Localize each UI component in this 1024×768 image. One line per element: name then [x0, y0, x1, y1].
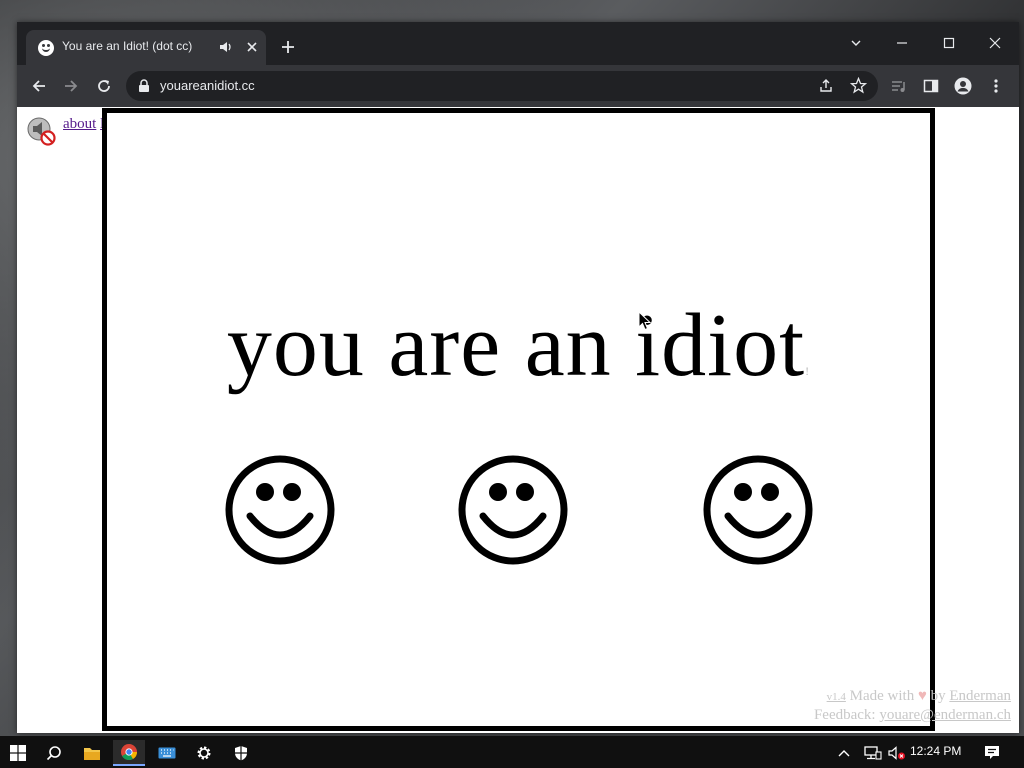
close-tab-icon[interactable]	[244, 39, 260, 55]
chevron-down-icon	[851, 40, 861, 46]
security-button[interactable]	[225, 740, 257, 766]
keyboard-app-button[interactable]	[151, 740, 183, 766]
maximize-icon	[943, 37, 955, 49]
file-explorer-button[interactable]	[76, 740, 108, 766]
heart-icon: ♥	[917, 688, 927, 704]
menu-button[interactable]	[987, 77, 1005, 95]
profile-button[interactable]	[954, 77, 972, 95]
windows-logo-icon	[10, 745, 26, 761]
url-text: youareanidiot.cc	[160, 78, 255, 93]
close-window-button[interactable]	[972, 28, 1018, 58]
footer-credit: v1.4 Made with ♥ by Enderman Feedback: y…	[814, 687, 1011, 724]
notifications-button[interactable]	[976, 740, 1008, 766]
network-icon	[864, 746, 882, 760]
version-link[interactable]: v1.4	[827, 691, 846, 703]
settings-button[interactable]	[188, 740, 220, 766]
side-panel-icon	[923, 79, 939, 93]
by-text: by	[930, 688, 946, 704]
media-control-button[interactable]	[890, 77, 908, 95]
headline-text: you are an idiot	[226, 296, 806, 395]
volume-muted-icon	[888, 746, 905, 760]
back-button[interactable]	[30, 77, 48, 95]
star-icon[interactable]	[850, 77, 867, 94]
reload-icon	[98, 80, 110, 92]
arrow-left-icon	[32, 80, 45, 92]
lock-icon[interactable]	[138, 79, 150, 93]
page-content: about legacy safe you are an idiot!	[17, 107, 1019, 733]
taskbar-clock[interactable]: 12:24 PM	[910, 744, 961, 758]
smiley-icon	[458, 455, 568, 565]
side-panel-button[interactable]	[922, 77, 940, 95]
mouse-pointer-icon	[638, 311, 652, 331]
chrome-icon	[121, 744, 138, 761]
close-icon	[989, 37, 1001, 49]
notification-icon	[985, 746, 999, 759]
made-with-text: Made with	[849, 688, 915, 704]
search-button[interactable]	[38, 740, 70, 766]
tab-title: You are an Idiot! (dot cc)	[62, 39, 193, 53]
shield-icon	[235, 746, 247, 761]
chevron-up-icon	[838, 750, 850, 757]
profile-icon	[954, 77, 972, 95]
browser-titlebar: You are an Idiot! (dot cc)	[17, 22, 1019, 65]
start-button[interactable]	[2, 740, 34, 766]
about-link[interactable]: about	[63, 116, 96, 132]
idiot-popup-frame: you are an idiot!	[102, 108, 935, 731]
chrome-taskbar-button[interactable]	[113, 740, 145, 766]
network-button[interactable]	[862, 740, 884, 766]
headline: you are an idiot!	[107, 301, 930, 391]
new-tab-icon[interactable]	[280, 39, 296, 55]
reload-button[interactable]	[95, 77, 113, 95]
show-hidden-icons-button[interactable]	[835, 740, 853, 766]
muted-speaker-icon[interactable]	[25, 116, 57, 146]
folder-icon	[84, 747, 100, 760]
smiley-icon	[225, 455, 335, 565]
browser-toolbar: youareanidiot.cc	[17, 65, 1019, 107]
search-icon	[46, 746, 61, 761]
taskbar: 12:24 PM	[0, 736, 1024, 768]
feedback-email-link[interactable]: youare@enderman.ch	[879, 707, 1011, 723]
headline-mark: !	[805, 364, 811, 378]
browser-window: You are an Idiot! (dot cc) youareanidiot…	[17, 22, 1019, 733]
minimize-button[interactable]	[879, 28, 925, 58]
minimize-icon	[897, 42, 907, 44]
keyboard-icon	[158, 747, 176, 759]
forward-button[interactable]	[62, 77, 80, 95]
speaker-icon[interactable]	[219, 39, 233, 55]
browser-tab[interactable]: You are an Idiot! (dot cc)	[26, 30, 266, 65]
volume-button[interactable]	[886, 740, 908, 766]
maximize-button[interactable]	[926, 28, 972, 58]
share-icon[interactable]	[818, 78, 834, 94]
author-link[interactable]: Enderman	[949, 688, 1011, 704]
media-queue-icon	[892, 81, 905, 92]
gear-icon	[197, 746, 211, 760]
tab-search-button[interactable]	[833, 28, 879, 58]
more-vert-icon	[994, 79, 998, 93]
smiley-icon	[703, 455, 813, 565]
address-bar[interactable]: youareanidiot.cc	[126, 71, 878, 101]
smiley-icon	[38, 40, 54, 56]
feedback-label: Feedback:	[813, 707, 876, 723]
arrow-right-icon	[65, 80, 78, 92]
